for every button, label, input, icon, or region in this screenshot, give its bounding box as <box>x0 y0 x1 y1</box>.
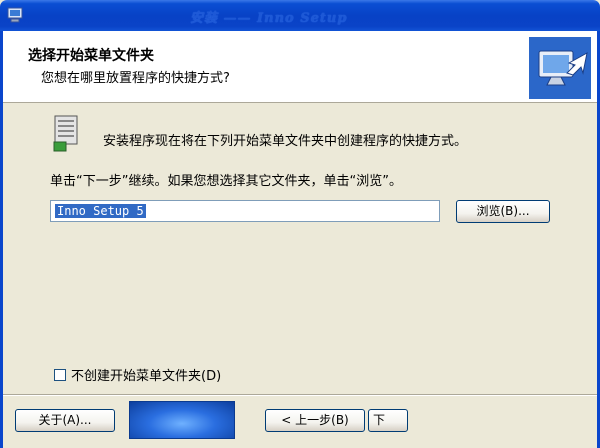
setup-computer-icon[interactable] <box>6 6 24 24</box>
window-title: 安装 —— Inno Setup <box>190 11 348 26</box>
no-folder-label[interactable]: 不创建开始菜单文件夹(D) <box>71 365 221 384</box>
title-bar[interactable]: 安装 —— Inno Setup <box>0 0 600 31</box>
description-text: 安装程序现在将在下列开始菜单文件夹中创建程序的快捷方式。 <box>103 134 468 149</box>
next-button[interactable]: 下 <box>368 409 408 432</box>
about-button[interactable]: 关于(A)... <box>15 409 115 432</box>
browse-button[interactable]: 浏览(B)... <box>456 200 550 223</box>
instruction-text: 单击“下一步”继续。如果您想选择其它文件夹，单击“浏览”。 <box>50 174 402 189</box>
folder-value[interactable]: Inno Setup 5 <box>55 204 146 218</box>
monitor-arrow-icon <box>529 37 591 99</box>
page-subtitle: 您想在哪里放置程序的快捷方式? <box>41 71 230 86</box>
back-button[interactable]: < 上一步(B) <box>265 409 365 432</box>
no-folder-checkbox[interactable] <box>54 368 66 381</box>
start-menu-folder-input[interactable]: Inno Setup 5 <box>50 200 440 222</box>
no-folder-option[interactable]: 不创建开始菜单文件夹(D) <box>54 365 221 384</box>
start-menu-folder-icon <box>53 115 78 152</box>
banner-image <box>129 401 235 439</box>
wizard-content: 安装程序现在将在下列开始菜单文件夹中创建程序的快捷方式。 单击“下一步”继续。如… <box>3 104 597 394</box>
page-title: 选择开始菜单文件夹 <box>28 48 154 64</box>
footer-divider <box>3 394 597 396</box>
wizard-header: 选择开始菜单文件夹 您想在哪里放置程序的快捷方式? <box>3 31 597 103</box>
